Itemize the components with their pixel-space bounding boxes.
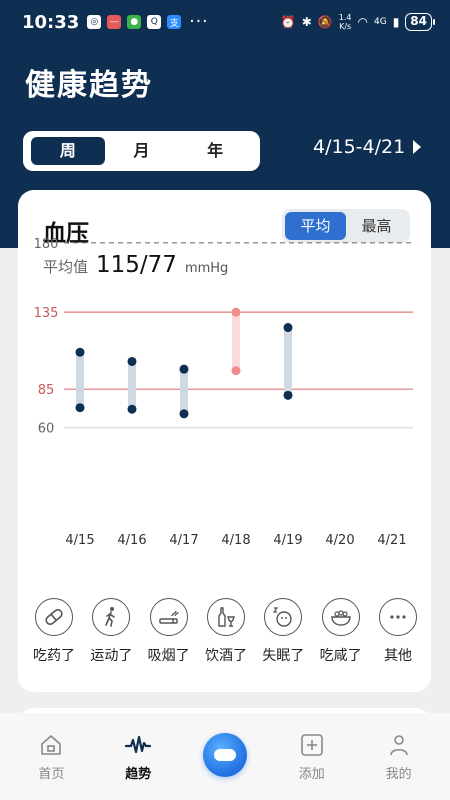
y-tick-label: 60	[38, 422, 55, 437]
x-tick-label: 4/15	[65, 533, 94, 548]
page-title: 健康趋势	[25, 68, 153, 103]
search-app-icon: Q	[147, 15, 162, 29]
tab-label: 趋势	[125, 767, 152, 782]
wifi-icon: ◠	[357, 15, 368, 29]
battery-icon: 84	[405, 13, 435, 31]
app-notification-icon: —	[107, 15, 122, 29]
range-bar	[284, 327, 292, 396]
y-tick-label: 85	[38, 383, 55, 398]
date-range-selector[interactable]: 4/15-4/21	[313, 136, 422, 158]
y-tick-label: 135	[34, 306, 59, 321]
tab-label: 我的	[385, 767, 412, 782]
systolic-point	[179, 364, 189, 374]
more-notifications-icon: ···	[189, 12, 209, 32]
event-label: 失眠了	[262, 648, 305, 664]
event-exercise[interactable]: 运动了	[83, 598, 139, 665]
range-bar	[128, 361, 136, 410]
walking-icon[interactable]	[92, 598, 131, 636]
blood-pressure-chart: 180 135 85 60 4/15 4/16 4/17 4/18 4/19 4/20 4/21	[34, 237, 413, 548]
blood-pressure-card: 血压 平均 最高 平均值 115/77 mmHg 180 135 85 60 4/15 4…	[18, 190, 431, 692]
status-bar: 10:33 ◎ — ● Q 支 ··· ⏰ ✱ 🔕 1.4 K/s ◠ 4G ▮…	[0, 0, 450, 44]
more-icon[interactable]	[378, 598, 417, 636]
tab-trend[interactable]: 趋势	[95, 713, 182, 800]
status-time: 10:33	[22, 11, 80, 33]
tab-label: 首页	[38, 767, 65, 782]
alarm-icon: ⏰	[280, 15, 296, 29]
cigarette-icon[interactable]	[149, 598, 188, 636]
tab-month[interactable]: 月	[105, 137, 179, 165]
event-insomnia[interactable]: 失眠了	[255, 598, 311, 665]
event-label: 吃药了	[33, 648, 75, 664]
date-range-label: 4/15-4/21	[313, 136, 406, 158]
camera-app-icon: ◎	[87, 15, 102, 29]
x-tick-label: 4/19	[273, 533, 302, 548]
event-medication[interactable]: 吃药了	[26, 598, 82, 665]
event-label: 其他	[383, 648, 412, 664]
diastolic-point	[179, 409, 189, 419]
diastolic-point	[75, 403, 85, 413]
network-type: 4G	[373, 17, 387, 27]
event-salty[interactable]: 吃咸了	[313, 598, 369, 665]
range-bar	[76, 352, 84, 408]
pill-icon[interactable]	[35, 598, 73, 636]
event-tags: 吃药了 运动了 吸烟了 饮酒了 失眠了 吃咸了 其他	[26, 598, 426, 665]
x-tick-label: 4/18	[221, 533, 250, 548]
tab-profile[interactable]: 我的	[355, 713, 442, 800]
assistant-icon[interactable]	[202, 733, 247, 777]
mute-icon: 🔕	[317, 15, 333, 29]
event-drinking[interactable]: 饮酒了	[198, 598, 254, 665]
tab-year[interactable]: 年	[178, 137, 252, 165]
chevron-right-icon[interactable]	[413, 140, 422, 154]
bluetooth-icon: ✱	[301, 15, 312, 29]
diastolic-point	[127, 404, 137, 414]
home-icon	[41, 735, 62, 755]
tab-label: 添加	[298, 767, 325, 782]
tab-week[interactable]: 周	[31, 137, 105, 165]
systolic-point	[231, 307, 241, 317]
y-tick-label: 180	[34, 237, 59, 252]
x-tick-label: 4/16	[117, 533, 146, 548]
diastolic-point	[283, 390, 293, 400]
period-selector: 周 月 年	[23, 131, 260, 171]
salty-food-icon[interactable]	[321, 598, 360, 636]
range-bar	[232, 312, 240, 371]
trend-icon	[125, 735, 152, 754]
wechat-icon: ●	[127, 15, 142, 29]
tab-assistant[interactable]	[182, 713, 269, 800]
bottom-tab-bar: 首页 趋势 添加 我的	[0, 713, 450, 800]
event-other[interactable]: 其他	[370, 598, 426, 665]
sleepless-icon[interactable]	[264, 598, 303, 636]
x-tick-label: 4/17	[169, 533, 198, 548]
diastolic-point	[231, 366, 241, 376]
tab-add[interactable]: 添加	[268, 713, 355, 800]
tab-home[interactable]: 首页	[8, 713, 95, 800]
event-label: 吸烟了	[147, 648, 190, 664]
systolic-point	[283, 323, 293, 333]
x-tick-label: 4/21	[377, 533, 406, 548]
systolic-point	[75, 347, 85, 357]
profile-icon	[389, 735, 408, 756]
add-icon	[300, 734, 323, 756]
network-speed: 1.4 K/s	[338, 13, 352, 31]
systolic-point	[127, 356, 137, 366]
range-bar	[180, 369, 188, 414]
signal-icon: ▮	[392, 15, 400, 29]
event-label: 吃咸了	[319, 648, 362, 664]
x-tick-label: 4/20	[325, 533, 354, 548]
alipay-icon: 支	[167, 15, 182, 29]
wine-icon[interactable]	[206, 598, 245, 636]
event-smoking[interactable]: 吸烟了	[141, 598, 197, 665]
event-label: 运动了	[90, 648, 133, 664]
event-label: 饮酒了	[204, 648, 247, 664]
